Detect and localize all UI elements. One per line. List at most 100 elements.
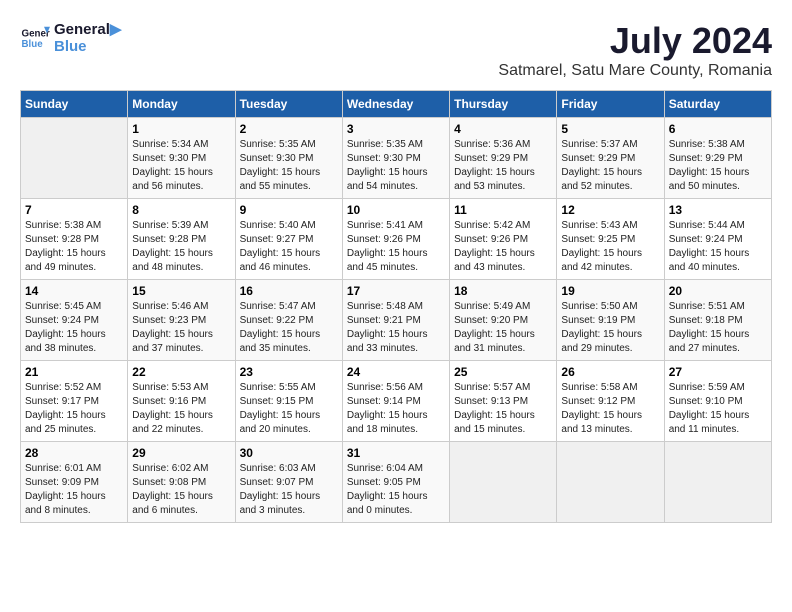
calendar-cell: 4Sunrise: 5:36 AM Sunset: 9:29 PM Daylig… bbox=[450, 118, 557, 199]
day-number: 13 bbox=[669, 203, 767, 217]
day-info: Sunrise: 5:42 AM Sunset: 9:26 PM Dayligh… bbox=[454, 219, 552, 275]
day-info: Sunrise: 5:55 AM Sunset: 9:15 PM Dayligh… bbox=[240, 381, 338, 437]
day-info: Sunrise: 5:48 AM Sunset: 9:21 PM Dayligh… bbox=[347, 300, 445, 356]
day-info: Sunrise: 5:52 AM Sunset: 9:17 PM Dayligh… bbox=[25, 381, 123, 437]
logo-text: General▶ bbox=[54, 20, 121, 38]
day-number: 23 bbox=[240, 365, 338, 379]
calendar-cell: 26 Sunrise: 5:58 AM Sunset: 9:12 PM Dayli… bbox=[557, 361, 664, 442]
calendar-cell: 20Sunrise: 5:51 AM Sunset: 9:18 PM Dayli… bbox=[664, 280, 771, 361]
logo-subtext: Blue bbox=[54, 38, 121, 55]
calendar-cell: 23 Sunrise: 5:55 AM Sunset: 9:15 PM Dayli… bbox=[235, 361, 342, 442]
logo: General Blue General▶ Blue bbox=[20, 20, 121, 55]
calendar-cell bbox=[450, 442, 557, 523]
calendar-cell: 2Sunrise: 5:35 AM Sunset: 9:30 PM Daylig… bbox=[235, 118, 342, 199]
calendar-cell: 3 Sunrise: 5:35 AM Sunset: 9:30 PM Daylig… bbox=[342, 118, 449, 199]
day-number: 29 bbox=[132, 446, 230, 460]
day-number: 2 bbox=[240, 122, 338, 136]
calendar-table: SundayMondayTuesdayWednesdayThursdayFrid… bbox=[20, 90, 772, 523]
day-info: Sunrise: 5:37 AM Sunset: 9:29 PM Dayligh… bbox=[561, 138, 659, 194]
day-number: 5 bbox=[561, 122, 659, 136]
day-info: Sunrise: 6:03 AM Sunset: 9:07 PM Dayligh… bbox=[240, 462, 338, 518]
calendar-week-row: 28 Sunrise: 6:01 AM Sunset: 9:09 PM Dayli… bbox=[21, 442, 772, 523]
day-info: Sunrise: 5:35 AM Sunset: 9:30 PM Dayligh… bbox=[347, 138, 445, 194]
day-number: 28 bbox=[25, 446, 123, 460]
day-number: 24 bbox=[347, 365, 445, 379]
calendar-cell: 7Sunrise: 5:38 AM Sunset: 9:28 PM Daylig… bbox=[21, 199, 128, 280]
day-info: Sunrise: 5:40 AM Sunset: 9:27 PM Dayligh… bbox=[240, 219, 338, 275]
day-number: 16 bbox=[240, 284, 338, 298]
weekday-header: Monday bbox=[128, 91, 235, 118]
calendar-cell: 15Sunrise: 5:46 AM Sunset: 9:23 PM Dayli… bbox=[128, 280, 235, 361]
calendar-cell: 18 Sunrise: 5:49 AM Sunset: 9:20 PM Dayli… bbox=[450, 280, 557, 361]
calendar-week-row: 7Sunrise: 5:38 AM Sunset: 9:28 PM Daylig… bbox=[21, 199, 772, 280]
calendar-cell: 31 Sunrise: 6:04 AM Sunset: 9:05 PM Dayli… bbox=[342, 442, 449, 523]
day-number: 8 bbox=[132, 203, 230, 217]
day-number: 19 bbox=[561, 284, 659, 298]
day-number: 26 bbox=[561, 365, 659, 379]
day-number: 10 bbox=[347, 203, 445, 217]
day-info: Sunrise: 6:04 AM Sunset: 9:05 PM Dayligh… bbox=[347, 462, 445, 518]
day-number: 22 bbox=[132, 365, 230, 379]
day-number: 17 bbox=[347, 284, 445, 298]
day-info: Sunrise: 6:02 AM Sunset: 9:08 PM Dayligh… bbox=[132, 462, 230, 518]
calendar-cell: 16Sunrise: 5:47 AM Sunset: 9:22 PM Dayli… bbox=[235, 280, 342, 361]
day-number: 3 bbox=[347, 122, 445, 136]
location: Satmarel, Satu Mare County, Romania bbox=[498, 62, 772, 80]
day-number: 20 bbox=[669, 284, 767, 298]
calendar-cell: 12 Sunrise: 5:43 AM Sunset: 9:25 PM Dayli… bbox=[557, 199, 664, 280]
day-info: Sunrise: 5:56 AM Sunset: 9:14 PM Dayligh… bbox=[347, 381, 445, 437]
weekday-header: Wednesday bbox=[342, 91, 449, 118]
calendar-cell: 8Sunrise: 5:39 AM Sunset: 9:28 PM Daylig… bbox=[128, 199, 235, 280]
day-number: 4 bbox=[454, 122, 552, 136]
day-info: Sunrise: 5:50 AM Sunset: 9:19 PM Dayligh… bbox=[561, 300, 659, 356]
calendar-cell: 19 Sunrise: 5:50 AM Sunset: 9:19 PM Dayli… bbox=[557, 280, 664, 361]
month-year: July 2024 bbox=[498, 20, 772, 62]
day-number: 27 bbox=[669, 365, 767, 379]
day-number: 12 bbox=[561, 203, 659, 217]
day-info: Sunrise: 6:01 AM Sunset: 9:09 PM Dayligh… bbox=[25, 462, 123, 518]
day-number: 9 bbox=[240, 203, 338, 217]
day-info: Sunrise: 5:44 AM Sunset: 9:24 PM Dayligh… bbox=[669, 219, 767, 275]
day-number: 30 bbox=[240, 446, 338, 460]
calendar-cell: 13 Sunrise: 5:44 AM Sunset: 9:24 PM Dayli… bbox=[664, 199, 771, 280]
calendar-cell bbox=[664, 442, 771, 523]
day-number: 7 bbox=[25, 203, 123, 217]
calendar-cell: 29 Sunrise: 6:02 AM Sunset: 9:08 PM Dayli… bbox=[128, 442, 235, 523]
calendar-cell: 27Sunrise: 5:59 AM Sunset: 9:10 PM Dayli… bbox=[664, 361, 771, 442]
calendar-cell: 28 Sunrise: 6:01 AM Sunset: 9:09 PM Dayli… bbox=[21, 442, 128, 523]
weekday-header: Friday bbox=[557, 91, 664, 118]
day-info: Sunrise: 5:34 AM Sunset: 9:30 PM Dayligh… bbox=[132, 138, 230, 194]
calendar-cell: 10Sunrise: 5:41 AM Sunset: 9:26 PM Dayli… bbox=[342, 199, 449, 280]
calendar-cell: 5 Sunrise: 5:37 AM Sunset: 9:29 PM Daylig… bbox=[557, 118, 664, 199]
day-number: 11 bbox=[454, 203, 552, 217]
calendar-cell: 22Sunrise: 5:53 AM Sunset: 9:16 PM Dayli… bbox=[128, 361, 235, 442]
day-number: 31 bbox=[347, 446, 445, 460]
weekday-header: Thursday bbox=[450, 91, 557, 118]
calendar-cell: 17 Sunrise: 5:48 AM Sunset: 9:21 PM Dayli… bbox=[342, 280, 449, 361]
day-info: Sunrise: 5:58 AM Sunset: 9:12 PM Dayligh… bbox=[561, 381, 659, 437]
calendar-cell bbox=[557, 442, 664, 523]
weekday-header: Sunday bbox=[21, 91, 128, 118]
day-number: 21 bbox=[25, 365, 123, 379]
day-info: Sunrise: 5:49 AM Sunset: 9:20 PM Dayligh… bbox=[454, 300, 552, 356]
calendar-cell: 25Sunrise: 5:57 AM Sunset: 9:13 PM Dayli… bbox=[450, 361, 557, 442]
weekday-header-row: SundayMondayTuesdayWednesdayThursdayFrid… bbox=[21, 91, 772, 118]
day-info: Sunrise: 5:43 AM Sunset: 9:25 PM Dayligh… bbox=[561, 219, 659, 275]
calendar-cell: 30 Sunrise: 6:03 AM Sunset: 9:07 PM Dayli… bbox=[235, 442, 342, 523]
calendar-week-row: 21 Sunrise: 5:52 AM Sunset: 9:17 PM Dayli… bbox=[21, 361, 772, 442]
calendar-week-row: 14 Sunrise: 5:45 AM Sunset: 9:24 PM Dayli… bbox=[21, 280, 772, 361]
header: General Blue General▶ Blue July 2024 Sat… bbox=[20, 20, 772, 80]
calendar-cell bbox=[21, 118, 128, 199]
day-number: 25 bbox=[454, 365, 552, 379]
day-number: 14 bbox=[25, 284, 123, 298]
day-info: Sunrise: 5:46 AM Sunset: 9:23 PM Dayligh… bbox=[132, 300, 230, 356]
title-section: July 2024 Satmarel, Satu Mare County, Ro… bbox=[498, 20, 772, 80]
calendar-cell: 14 Sunrise: 5:45 AM Sunset: 9:24 PM Dayli… bbox=[21, 280, 128, 361]
day-info: Sunrise: 5:38 AM Sunset: 9:29 PM Dayligh… bbox=[669, 138, 767, 194]
day-number: 6 bbox=[669, 122, 767, 136]
weekday-header: Tuesday bbox=[235, 91, 342, 118]
calendar-cell: 21 Sunrise: 5:52 AM Sunset: 9:17 PM Dayli… bbox=[21, 361, 128, 442]
calendar-cell: 6 Sunrise: 5:38 AM Sunset: 9:29 PM Daylig… bbox=[664, 118, 771, 199]
day-number: 18 bbox=[454, 284, 552, 298]
day-info: Sunrise: 5:45 AM Sunset: 9:24 PM Dayligh… bbox=[25, 300, 123, 356]
